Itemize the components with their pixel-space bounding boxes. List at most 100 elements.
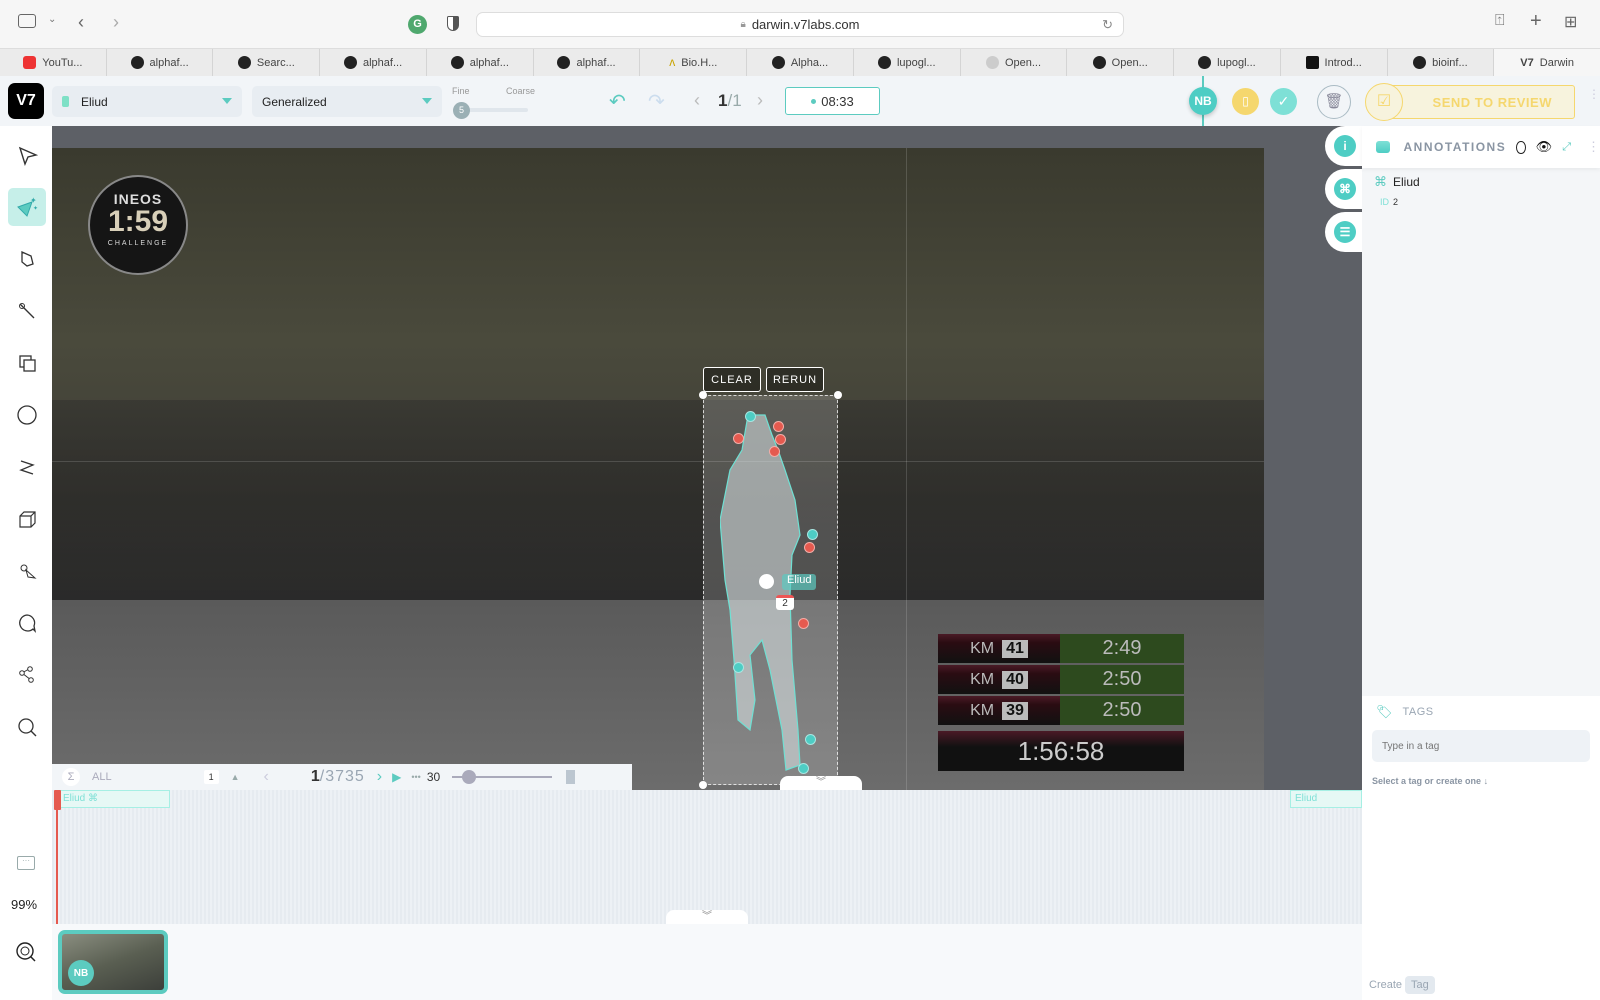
clear-button[interactable]: CLEAR <box>703 367 761 392</box>
trash-button[interactable]: 🗑︎ <box>1317 85 1351 119</box>
tab[interactable]: alphaf... <box>107 49 214 76</box>
address-bar[interactable]: 🔒︎ darwin.v7labs.com ↻ <box>476 12 1124 37</box>
tab-label: alphaf... <box>149 56 189 69</box>
playhead-handle[interactable] <box>54 790 61 810</box>
keypoint[interactable] <box>773 421 784 432</box>
auto-annotate-tool[interactable]: ✦ ✦ <box>8 188 46 226</box>
keypoint[interactable] <box>798 618 809 629</box>
tab[interactable]: lupogl... <box>854 49 961 76</box>
circle-toggle-icon[interactable] <box>1516 140 1526 154</box>
complete-stage-icon[interactable]: ✓ <box>1270 88 1297 115</box>
prev-frame-icon[interactable]: ‹ <box>264 768 269 786</box>
assignee-avatar[interactable]: NB <box>1189 87 1217 115</box>
comment-tool[interactable] <box>8 604 46 642</box>
polygon-tool[interactable] <box>8 240 46 278</box>
back-icon[interactable]: ‹ <box>78 12 84 33</box>
keypoint[interactable] <box>769 446 780 457</box>
timeline-annotation-bar[interactable]: Eliud ⌘ <box>58 790 170 808</box>
bbox-handle[interactable] <box>699 781 707 789</box>
shield-icon[interactable] <box>447 16 459 31</box>
tab[interactable]: alphaf... <box>534 49 641 76</box>
review-stage-icon[interactable]: ▯ <box>1232 88 1259 115</box>
share-icon[interactable]: ⍐ <box>1495 12 1505 30</box>
play-icon[interactable]: ▶ <box>392 770 401 784</box>
timeline-annotation-bar-end[interactable]: Eliud <box>1290 790 1362 808</box>
comments-icon[interactable]: ··· <box>17 856 35 870</box>
class-select[interactable]: Eliud <box>52 86 242 117</box>
item-thumbnail[interactable]: NB <box>58 930 168 994</box>
tab[interactable]: Open... <box>961 49 1068 76</box>
keypoint[interactable] <box>733 433 744 444</box>
ellipse-tool[interactable] <box>8 396 46 434</box>
keypoint[interactable] <box>745 411 756 422</box>
send-to-review-button[interactable]: SEND TO REVIEW <box>1390 85 1575 119</box>
granularity-slider-handle[interactable]: 5 <box>453 102 470 119</box>
settings-button[interactable]: ☰ <box>1325 212 1365 252</box>
tab-active[interactable]: V7 Darwin <box>1494 49 1600 76</box>
annotation-centroid[interactable] <box>759 574 774 589</box>
keypoint[interactable] <box>798 763 809 774</box>
bounding-box-tool[interactable] <box>8 344 46 382</box>
line-tool[interactable] <box>8 448 46 486</box>
skeleton-tool[interactable] <box>8 656 46 694</box>
keypoint[interactable] <box>733 662 744 673</box>
sigma-icon[interactable]: Σ <box>62 768 80 786</box>
tab-label: Open... <box>1004 56 1042 69</box>
expand-icon[interactable]: ⤢ <box>1562 141 1571 154</box>
cuboid-tool[interactable] <box>8 500 46 538</box>
next-frame-icon[interactable]: › <box>377 768 382 786</box>
more-options-icon[interactable]: ⋮ <box>1587 139 1600 155</box>
annotation-list-item[interactable]: ⌘ Eliud <box>1374 174 1420 190</box>
forward-icon[interactable]: › <box>113 12 119 33</box>
tab[interactable]: Introd... <box>1281 49 1388 76</box>
undo-icon[interactable]: ↶ <box>609 89 626 114</box>
bbox-handle[interactable] <box>834 391 842 399</box>
v7-logo[interactable]: V7 <box>8 83 44 119</box>
info-button[interactable]: i <box>1325 126 1365 166</box>
eye-icon[interactable]: 👁︎ <box>1536 139 1553 155</box>
next-item-icon[interactable]: › <box>757 90 763 111</box>
timeline-track-area[interactable] <box>52 790 1362 924</box>
bbox-handle[interactable] <box>699 391 707 399</box>
filter-all[interactable]: ALL <box>92 771 112 783</box>
keypoint-tool[interactable] <box>8 552 46 590</box>
collapse-panel-button[interactable]: ︾ <box>666 910 748 924</box>
tab[interactable]: Searc... <box>213 49 321 76</box>
fps-value[interactable]: 30 <box>427 770 440 784</box>
chevron-down-icon[interactable]: ⌄ <box>48 14 56 25</box>
keypoint[interactable] <box>775 434 786 445</box>
select-tool[interactable] <box>8 136 46 174</box>
keypoint[interactable] <box>807 529 818 540</box>
tab[interactable]: lupogl... <box>1174 49 1281 76</box>
prev-item-icon[interactable]: ‹ <box>694 90 700 111</box>
redo-icon[interactable]: ↷ <box>648 89 665 114</box>
keypoint[interactable] <box>804 542 815 553</box>
segmentation-mask[interactable] <box>720 410 820 780</box>
tab[interactable]: ʌ Bio.H... <box>640 49 748 76</box>
sidebar-toggle-icon[interactable] <box>18 14 36 28</box>
brush-tool[interactable] <box>8 292 46 330</box>
tab[interactable]: bioinf... <box>1388 49 1495 76</box>
zoom-fit-button[interactable] <box>14 940 38 969</box>
more-menu-icon[interactable]: ⋮ <box>1588 88 1600 100</box>
zoom-slider[interactable] <box>452 770 553 784</box>
tab[interactable]: Open... <box>1067 49 1175 76</box>
shortcuts-button[interactable]: ⌘ <box>1325 169 1365 209</box>
playhead[interactable] <box>56 790 58 924</box>
tab-overview-icon[interactable]: ⊞ <box>1564 12 1577 32</box>
tag-input[interactable] <box>1372 730 1590 762</box>
reload-icon[interactable]: ↻ <box>1102 17 1113 33</box>
rerun-button[interactable]: RERUN <box>766 367 824 392</box>
keypoint[interactable] <box>805 734 816 745</box>
new-tab-icon[interactable]: + <box>1530 10 1542 33</box>
create-tag-chip[interactable]: Tag <box>1405 976 1435 994</box>
zoom-tool[interactable] <box>8 708 46 746</box>
tab[interactable]: YouTu... <box>0 49 107 76</box>
tab[interactable]: Alpha... <box>747 49 854 76</box>
model-select[interactable]: Generalized <box>252 86 442 117</box>
tab[interactable]: alphaf... <box>427 49 534 76</box>
grammarly-icon[interactable]: G <box>408 15 427 34</box>
layer-up-icon[interactable]: ▲ <box>231 772 240 782</box>
collapse-timeline-button[interactable]: ︾ <box>780 776 862 790</box>
tab[interactable]: alphaf... <box>320 49 427 76</box>
